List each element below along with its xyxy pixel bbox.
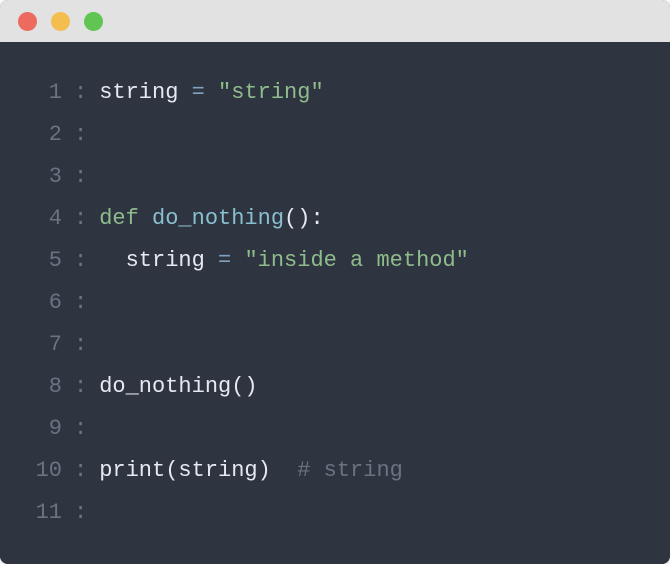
token — [205, 80, 218, 105]
token: do_nothing — [152, 206, 284, 231]
code-line[interactable]: 11: — [20, 492, 650, 534]
code-line[interactable]: 5: string = "inside a method" — [20, 240, 650, 282]
token — [231, 248, 244, 273]
token: def — [99, 206, 139, 231]
code-line[interactable]: 4:def do_nothing(): — [20, 198, 650, 240]
token: "inside a method" — [244, 248, 468, 273]
maximize-icon[interactable] — [84, 12, 103, 31]
token: # string — [297, 458, 403, 483]
close-icon[interactable] — [18, 12, 37, 31]
line-number: 2 — [20, 114, 62, 156]
line-number: 11 — [20, 492, 62, 534]
token: (): — [284, 206, 324, 231]
code-line[interactable]: 9: — [20, 408, 650, 450]
line-number: 1 — [20, 72, 62, 114]
titlebar — [0, 0, 670, 42]
code-line[interactable]: 7: — [20, 324, 650, 366]
line-number: 3 — [20, 156, 62, 198]
token: print — [99, 458, 165, 483]
token: string — [99, 80, 191, 105]
token: (string) — [165, 458, 297, 483]
gutter-separator: : — [62, 408, 99, 450]
gutter-separator: : — [62, 114, 99, 156]
gutter-separator: : — [62, 72, 99, 114]
editor-window: 1:string = "string"2:3:4:def do_nothing(… — [0, 0, 670, 564]
gutter-separator: : — [62, 198, 99, 240]
code-content[interactable]: string = "inside a method" — [99, 240, 469, 282]
line-number: 4 — [20, 198, 62, 240]
code-line[interactable]: 1:string = "string" — [20, 72, 650, 114]
line-number: 6 — [20, 282, 62, 324]
token: string — [99, 248, 218, 273]
line-number: 10 — [20, 450, 62, 492]
code-line[interactable]: 2: — [20, 114, 650, 156]
line-number: 8 — [20, 366, 62, 408]
code-line[interactable]: 3: — [20, 156, 650, 198]
token — [139, 206, 152, 231]
gutter-separator: : — [62, 366, 99, 408]
code-line[interactable]: 10:print(string) # string — [20, 450, 650, 492]
code-content[interactable]: def do_nothing(): — [99, 198, 323, 240]
code-content[interactable]: string = "string" — [99, 72, 323, 114]
code-line[interactable]: 8:do_nothing() — [20, 366, 650, 408]
gutter-separator: : — [62, 282, 99, 324]
gutter-separator: : — [62, 324, 99, 366]
minimize-icon[interactable] — [51, 12, 70, 31]
token: = — [192, 80, 205, 105]
gutter-separator: : — [62, 492, 99, 534]
line-number: 9 — [20, 408, 62, 450]
code-editor[interactable]: 1:string = "string"2:3:4:def do_nothing(… — [0, 42, 670, 564]
gutter-separator: : — [62, 450, 99, 492]
gutter-separator: : — [62, 156, 99, 198]
code-line[interactable]: 6: — [20, 282, 650, 324]
code-content[interactable]: do_nothing() — [99, 366, 257, 408]
token: do_nothing() — [99, 374, 257, 399]
line-number: 7 — [20, 324, 62, 366]
code-content[interactable]: print(string) # string — [99, 450, 403, 492]
token: "string" — [218, 80, 324, 105]
gutter-separator: : — [62, 240, 99, 282]
token: = — [218, 248, 231, 273]
line-number: 5 — [20, 240, 62, 282]
